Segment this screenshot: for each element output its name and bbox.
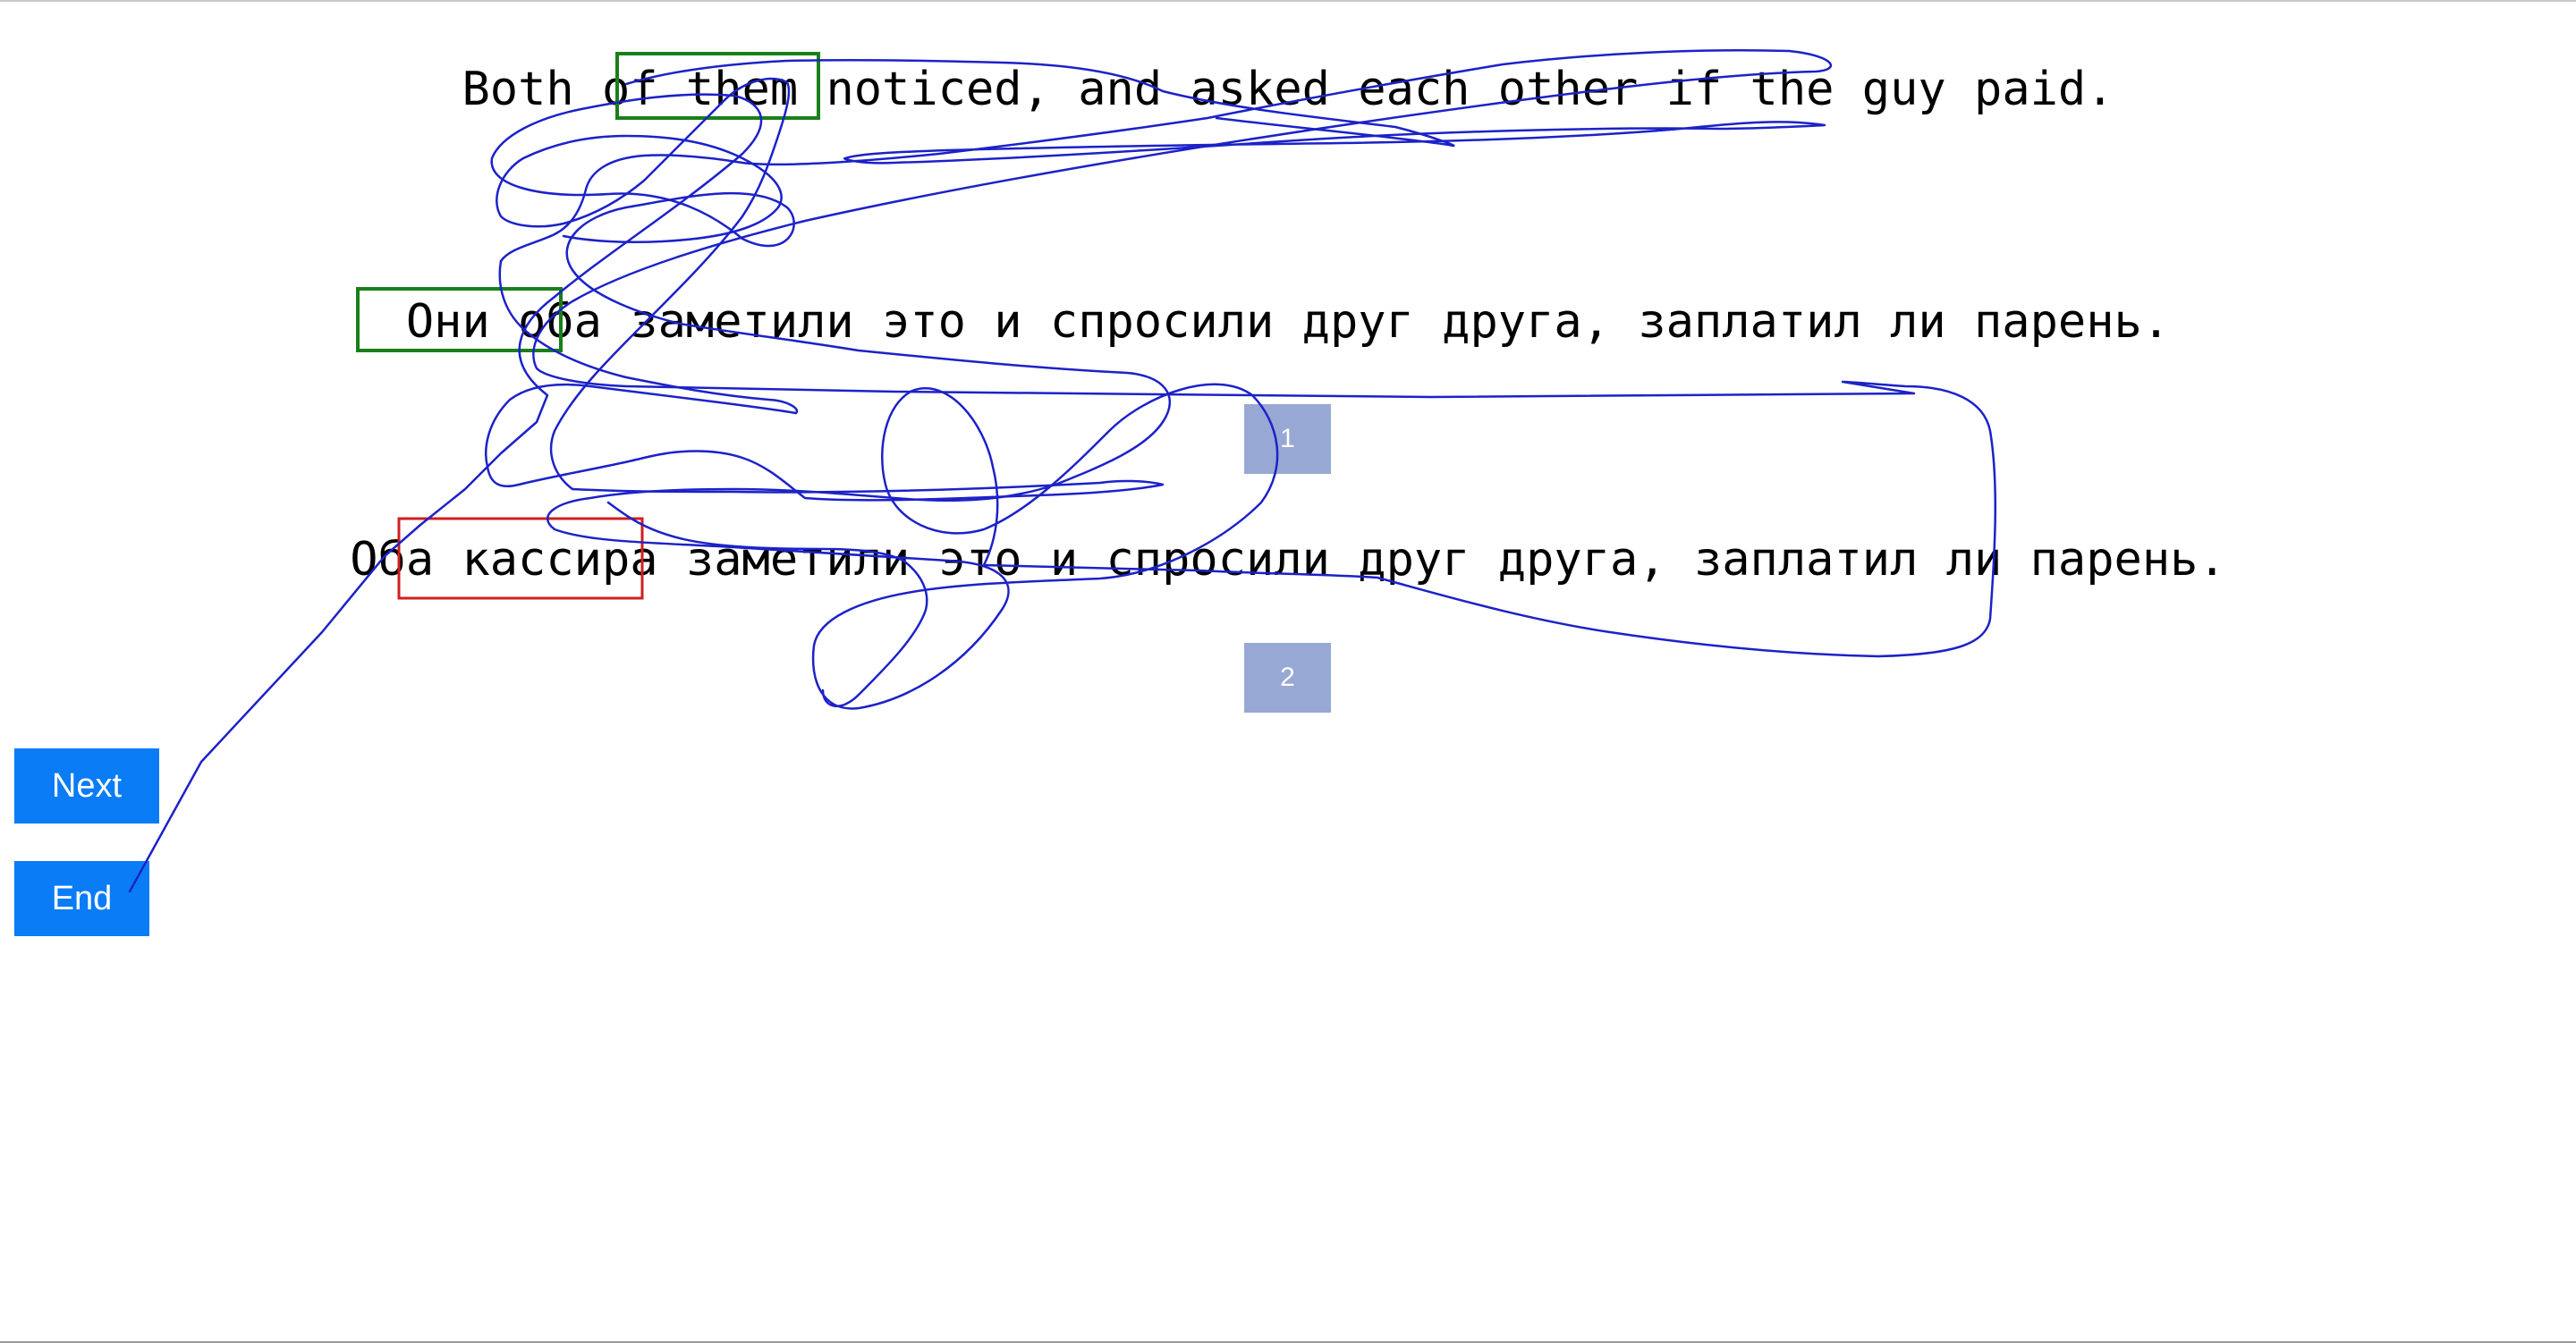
- reference-sentence: Они оба заметили это и спросили друг дру…: [405, 295, 2171, 349]
- score-box-1[interactable]: 1: [1244, 404, 1331, 474]
- end-button[interactable]: End: [14, 861, 149, 936]
- annotation-canvas: Both of them noticed, and asked each oth…: [0, 0, 2576, 1343]
- translation-sentence: Оба кассира заметили это и спросили друг…: [350, 533, 2226, 587]
- gaze-trace: [128, 93, 1279, 893]
- gaze-trace-segment-5: [843, 121, 1826, 165]
- score-box-2[interactable]: 2: [1244, 643, 1331, 713]
- next-button[interactable]: Next: [14, 748, 159, 824]
- source-sentence: Both of them noticed, and asked each oth…: [462, 63, 2114, 116]
- gaze-trace-segment-4: [496, 77, 791, 491]
